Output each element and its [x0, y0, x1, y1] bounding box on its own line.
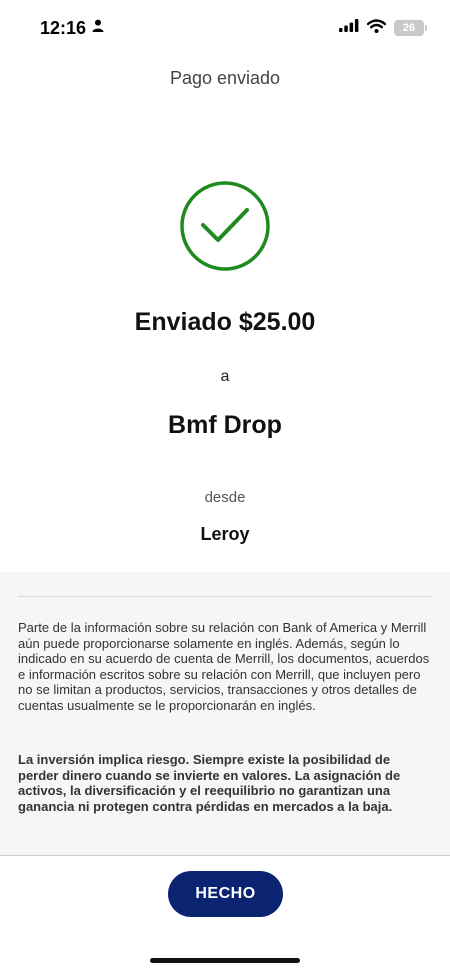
home-indicator[interactable] — [150, 958, 300, 963]
wifi-icon — [366, 18, 387, 38]
status-time: 12:16 — [40, 17, 87, 38]
battery-indicator: 26 — [394, 20, 427, 36]
divider — [18, 596, 432, 597]
status-right: 26 — [339, 18, 427, 38]
recipient-name: Bmf Drop — [168, 411, 282, 439]
sender-name: Leroy — [200, 524, 250, 544]
success-check-icon — [179, 180, 271, 277]
person-icon — [92, 19, 104, 37]
status-left: 12:16 — [40, 18, 104, 39]
from-label: desde — [204, 489, 246, 506]
to-label: a — [220, 368, 230, 385]
success-check-container — [0, 180, 450, 277]
footer-divider — [0, 855, 450, 856]
done-button[interactable]: HECHO — [168, 871, 283, 917]
sent-amount: Enviado $25.00 — [134, 308, 316, 336]
cellular-signal-icon — [339, 19, 359, 37]
page-title: Pago enviado — [169, 68, 281, 88]
investment-risk-disclaimer: La inversión implica riesgo. Siempre exi… — [18, 752, 401, 814]
language-disclaimer: Parte de la información sobre su relació… — [18, 620, 430, 713]
disclaimer-section: Parte de la información sobre su relació… — [0, 572, 450, 856]
status-bar: 12:16 26 — [0, 0, 450, 56]
